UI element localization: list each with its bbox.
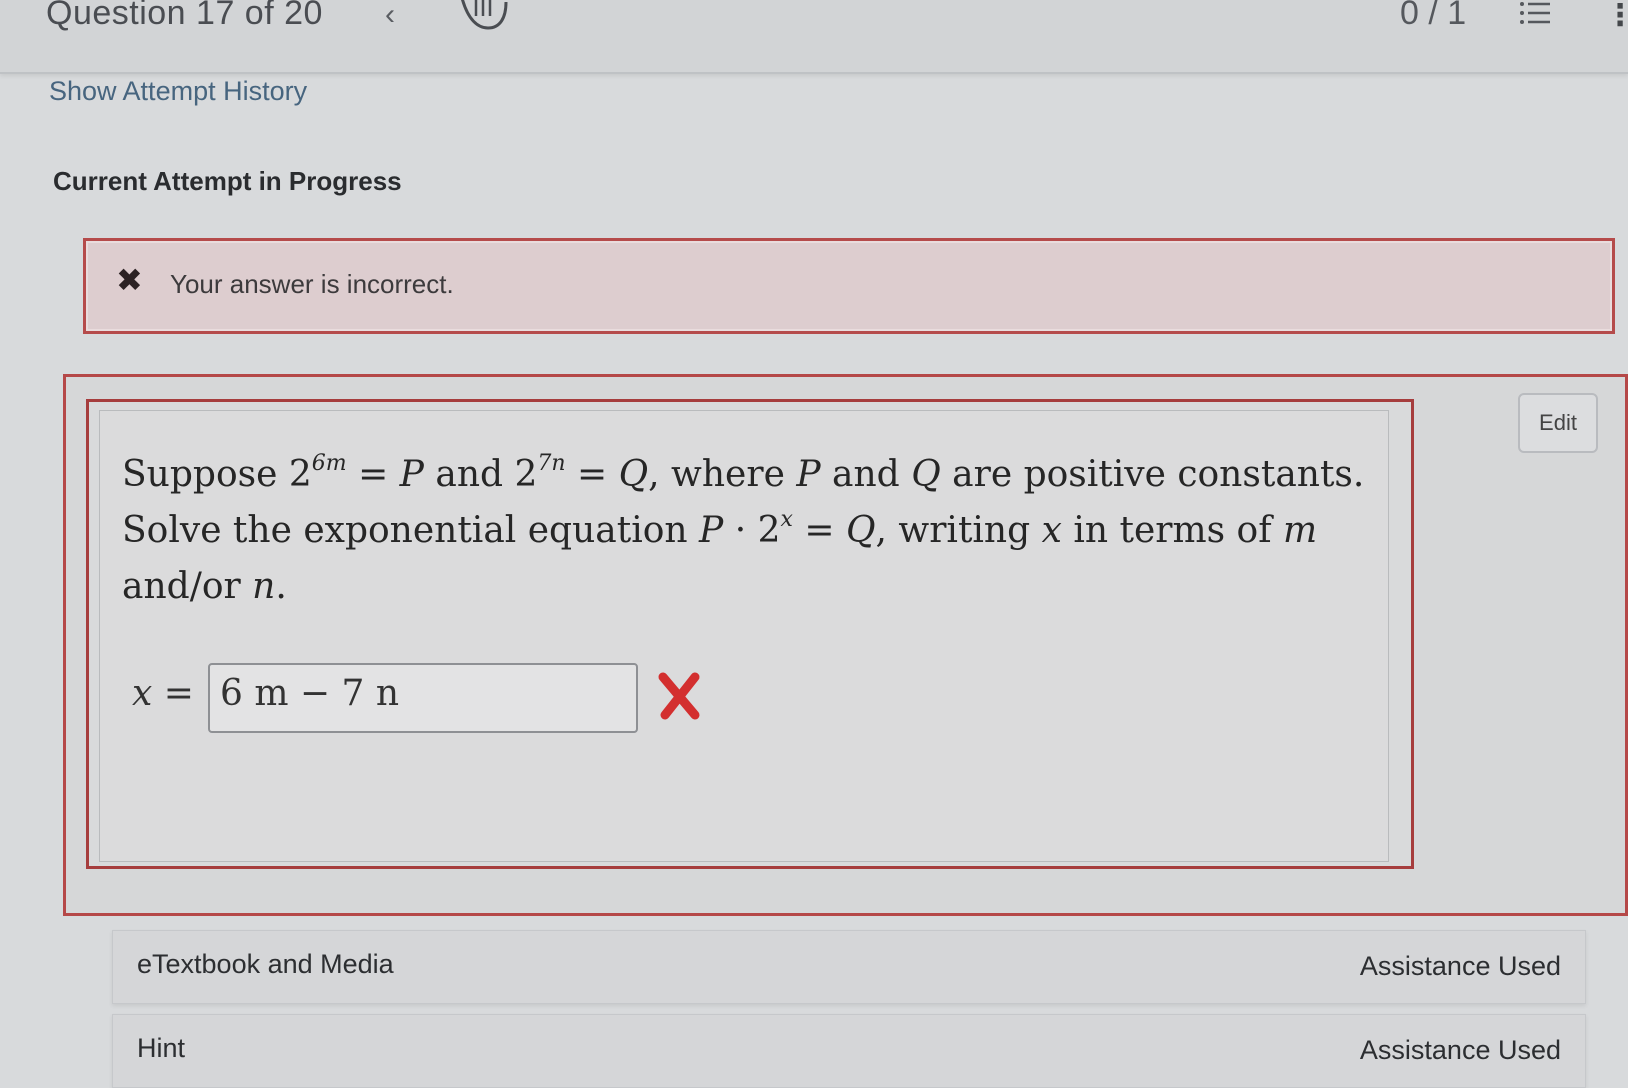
- more-vertical-icon[interactable]: ⋮: [1605, 0, 1628, 33]
- hand-icon[interactable]: [458, 0, 510, 34]
- question-inner-frame: Suppose 26m = P and 27n = Q, where P and…: [86, 399, 1414, 869]
- attempt-title: Current Attempt in Progress: [53, 166, 402, 196]
- edit-button[interactable]: Edit: [1518, 393, 1598, 453]
- question-frame: Suppose 26m = P and 27n = Q, where P and…: [63, 374, 1628, 916]
- question-card: Suppose 26m = P and 27n = Q, where P and…: [99, 410, 1389, 862]
- answer-value: 6 m − 7 n: [220, 673, 400, 714]
- hint-status: Assistance Used: [1359, 1035, 1561, 1065]
- question-text: Suppose 26m = P and 27n = Q, where P and…: [122, 447, 1382, 615]
- etextbook-label: eTextbook and Media: [137, 949, 394, 979]
- show-attempt-history-link[interactable]: Show Attempt History: [49, 76, 307, 107]
- feedback-message: Your answer is incorrect.: [170, 269, 454, 299]
- answer-input[interactable]: 6 m − 7 n: [208, 663, 638, 733]
- chevron-left-icon[interactable]: ‹: [385, 0, 395, 32]
- score-display: 0 / 1: [1400, 0, 1467, 32]
- top-bar: Question 17 of 20 ‹ 0 / 1 ⋮: [0, 0, 1628, 74]
- wrong-mark-icon: [658, 672, 700, 720]
- close-icon: ✖: [116, 262, 143, 298]
- question-line-3: and/or n.: [122, 566, 287, 607]
- question-line-2: Solve the exponential equation P · 2x = …: [122, 507, 1318, 552]
- hint-row[interactable]: Hint Assistance Used: [112, 1014, 1586, 1088]
- incorrect-feedback-banner: ✖ Your answer is incorrect.: [83, 238, 1615, 334]
- list-icon[interactable]: [1518, 0, 1552, 30]
- answer-label: x =: [132, 673, 194, 714]
- question-counter: Question 17 of 20: [46, 0, 323, 32]
- question-line-1: Suppose 26m = P and 27n = Q, where P and…: [122, 451, 1365, 496]
- etextbook-status: Assistance Used: [1359, 951, 1561, 981]
- etextbook-row[interactable]: eTextbook and Media Assistance Used: [112, 930, 1586, 1004]
- hint-label: Hint: [137, 1033, 186, 1063]
